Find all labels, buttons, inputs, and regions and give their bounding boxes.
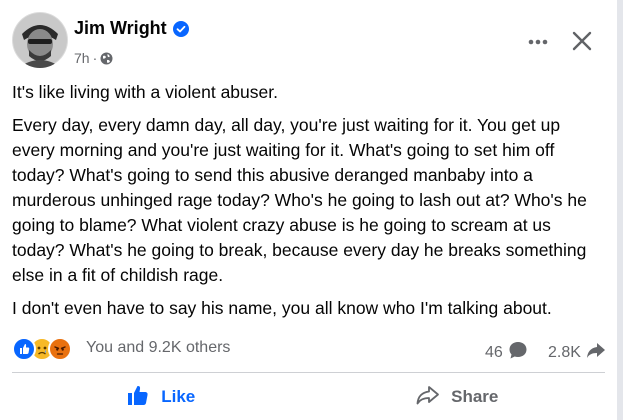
meta-separator: ·	[92, 50, 98, 66]
angry-reaction-icon	[48, 337, 72, 361]
share-arrow-icon	[585, 339, 607, 366]
post-card: Jim Wright 7h · It's like living with a …	[0, 0, 617, 420]
share-label: Share	[451, 387, 499, 406]
globe-icon[interactable]	[100, 52, 113, 65]
post-paragraph: Every day, every damn day, all day, you'…	[12, 115, 587, 285]
shares-count[interactable]: 2.8K	[548, 339, 607, 366]
window-edge	[617, 0, 623, 420]
comments-count[interactable]: 46	[485, 339, 529, 366]
like-icon	[125, 382, 151, 413]
avatar[interactable]	[12, 12, 68, 68]
reaction-count[interactable]: You and 9.2K others	[86, 339, 230, 357]
post-paragraph: I don't even have to say his name, you a…	[12, 298, 552, 318]
post-time[interactable]: 7h	[74, 50, 90, 66]
share-icon	[415, 382, 441, 413]
comment-icon	[507, 339, 529, 366]
post-body: It's like living with a violent abuser. …	[12, 80, 602, 329]
share-button[interactable]: Share	[309, 376, 606, 418]
more-options-button[interactable]	[522, 28, 554, 56]
like-button[interactable]: Like	[12, 376, 309, 418]
author-row: Jim Wright	[74, 18, 189, 39]
shares-count-value: 2.8K	[548, 343, 581, 361]
post-paragraph: It's like living with a violent abuser.	[12, 82, 278, 102]
post-meta: 7h ·	[74, 50, 113, 66]
like-reaction-icon	[12, 337, 36, 361]
author-name[interactable]: Jim Wright	[74, 18, 167, 39]
like-label: Like	[161, 387, 196, 406]
comments-count-value: 46	[485, 343, 503, 361]
post-actions: Like Share	[12, 376, 605, 418]
reaction-icons[interactable]	[12, 337, 72, 361]
verified-badge-icon	[172, 20, 189, 37]
reactions-summary: You and 9.2K others 46 2.8K	[12, 336, 607, 362]
divider	[12, 372, 605, 373]
close-icon[interactable]	[567, 26, 597, 56]
